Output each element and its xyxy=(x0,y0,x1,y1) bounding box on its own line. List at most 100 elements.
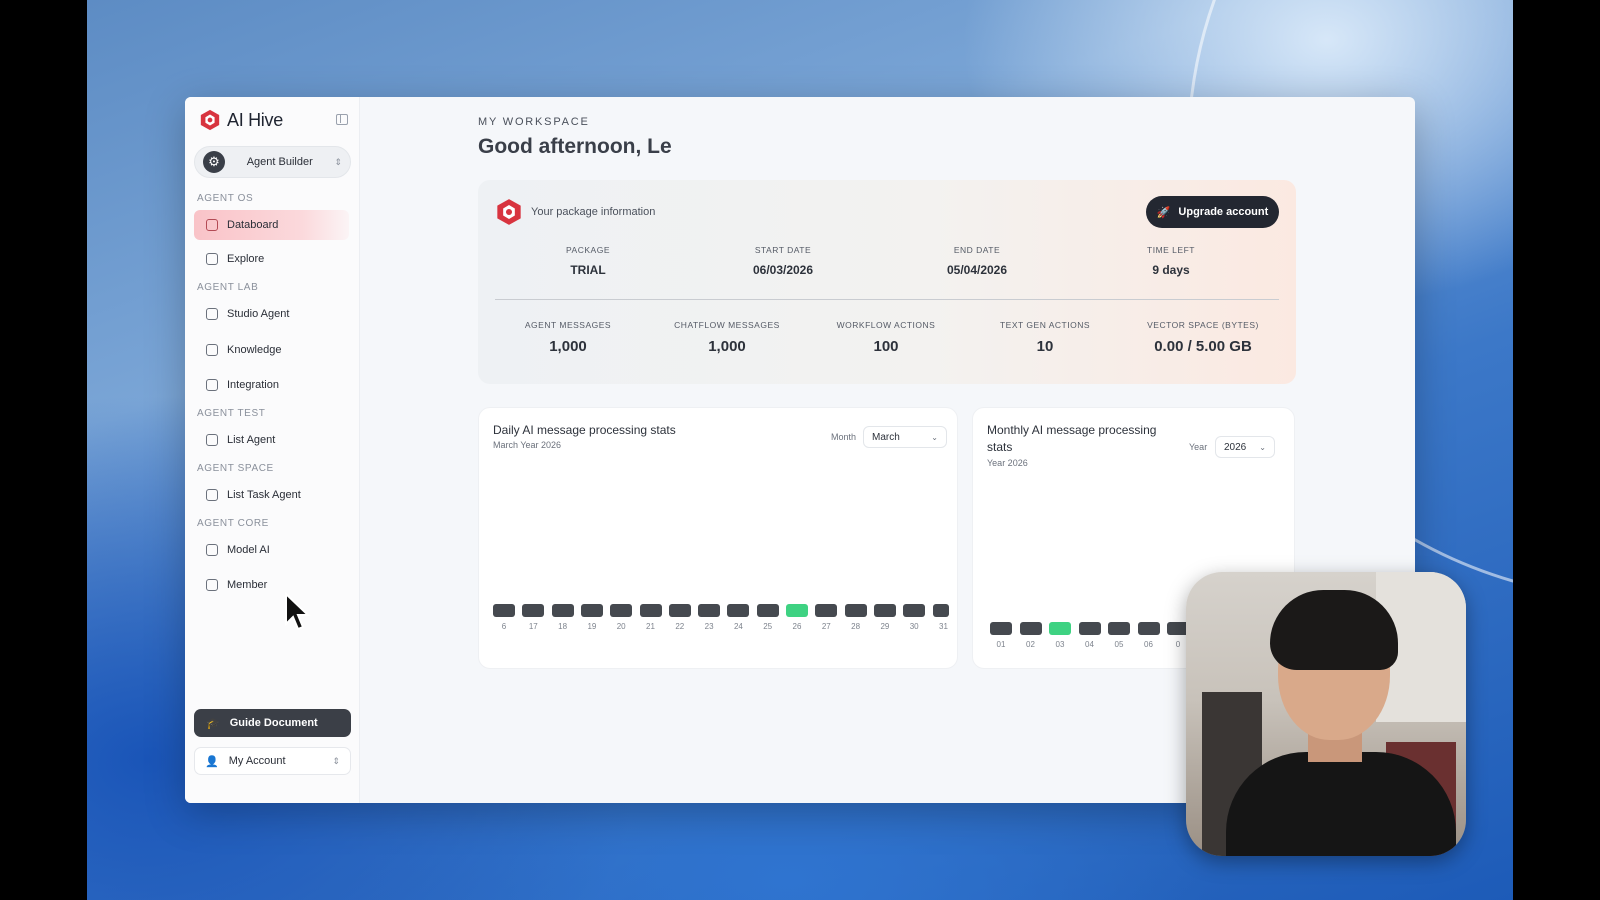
sidebar-item-integration[interactable]: Integration xyxy=(194,370,349,400)
my-account-button[interactable]: 👤 My Account ⇕ xyxy=(194,747,351,775)
chart-bar-04[interactable] xyxy=(1078,622,1101,635)
stat-value: 1,000 xyxy=(549,338,587,355)
stat-chatflow-messages: CHATFLOW MESSAGES 1,000 xyxy=(652,320,802,355)
sidebar-item-studio-agent[interactable]: Studio Agent xyxy=(194,299,349,329)
sidebar-item-member[interactable]: Member xyxy=(194,570,349,600)
chart-bar-20[interactable] xyxy=(610,604,633,617)
section-agent-core: AGENT CORE xyxy=(197,518,269,529)
robot-icon xyxy=(206,308,218,320)
sidebar-item-label: List Task Agent xyxy=(227,489,301,501)
package-header: Your package information xyxy=(495,198,655,226)
chart-bar-24[interactable] xyxy=(727,604,750,617)
chart-bar-23[interactable] xyxy=(698,604,721,617)
chevron-updown-icon: ⇕ xyxy=(334,156,342,167)
year-select-label: Year xyxy=(1189,442,1208,452)
sidebar-item-label: Knowledge xyxy=(227,344,282,356)
chart-tick-label: 24 xyxy=(733,622,743,631)
chart-bar-18[interactable] xyxy=(551,604,574,617)
chart-tick-label: 28 xyxy=(851,622,861,631)
sidebar-item-label: Member xyxy=(227,579,268,591)
chart-tick-label: 06 xyxy=(1144,640,1153,649)
sidebar-collapse-icon[interactable] xyxy=(336,114,348,125)
stat-value: 1,000 xyxy=(708,338,746,355)
chart-tick-label: 01 xyxy=(996,640,1006,649)
chart-bar-22[interactable] xyxy=(668,604,691,617)
chevron-down-icon: ⌄ xyxy=(931,432,938,442)
stat-agent-messages: AGENT MESSAGES 1,000 xyxy=(493,320,643,355)
chart-bar-25[interactable] xyxy=(756,604,779,617)
chart-tick-label: 25 xyxy=(763,622,773,631)
year-select[interactable]: 2026 ⌄ xyxy=(1215,436,1275,458)
chart-bar-05[interactable] xyxy=(1108,622,1130,635)
stat-value: TRIAL xyxy=(570,263,606,277)
section-agent-space: AGENT SPACE xyxy=(197,463,274,474)
month-select[interactable]: March ⌄ xyxy=(863,426,947,448)
monthly-chart-title-line1: Monthly AI message processing xyxy=(987,423,1157,437)
page-title: Good afternoon, Le xyxy=(478,135,672,158)
chart-tick-label: 17 xyxy=(528,622,538,631)
upgrade-account-button[interactable]: 🚀 Upgrade account xyxy=(1146,196,1279,228)
chart-tick-label: 03 xyxy=(1055,640,1065,649)
month-select-label: Month xyxy=(831,432,857,442)
chevron-down-icon: ⌄ xyxy=(1259,442,1266,452)
chart-tick-label: 30 xyxy=(909,622,919,631)
sidebar-item-list-agent[interactable]: List Agent xyxy=(194,425,349,455)
webcam-person-body xyxy=(1226,752,1456,856)
chart-bar-29[interactable] xyxy=(873,604,896,617)
stat-package: PACKAGE TRIAL xyxy=(513,245,663,277)
stat-end-date: END DATE 05/04/2026 xyxy=(902,245,1052,277)
daily-chart-subtitle: March Year 2026 xyxy=(493,440,562,450)
chart-bar-03[interactable] xyxy=(1049,622,1071,635)
webcam-person-hair xyxy=(1270,590,1398,670)
stat-label: END DATE xyxy=(953,245,1001,255)
section-agent-lab: AGENT LAB xyxy=(197,282,259,293)
chart-bar-01[interactable] xyxy=(990,622,1012,635)
chart-bar-06[interactable] xyxy=(1137,622,1160,635)
chart-bar-31[interactable] xyxy=(932,604,949,617)
chart-bar-27[interactable] xyxy=(815,604,838,617)
stat-label: TEXT GEN ACTIONS xyxy=(999,320,1091,330)
workspace-switcher[interactable]: ⚙ Agent Builder ⇕ xyxy=(194,146,351,178)
monthly-chart-title-line2: stats xyxy=(987,440,1013,454)
clipboard-icon xyxy=(206,489,218,501)
sidebar-item-explore[interactable]: Explore xyxy=(194,244,349,274)
guide-document-label: Guide Document xyxy=(229,717,318,729)
stat-label: WORKFLOW ACTIONS xyxy=(836,320,936,330)
chart-bar-21[interactable] xyxy=(639,604,662,617)
stat-label: PACKAGE xyxy=(566,245,610,255)
sidebar-item-knowledge[interactable]: Knowledge xyxy=(194,335,349,365)
monthly-chart-title: Monthly AI message processing stats xyxy=(987,422,1156,456)
chart-tick-label: 18 xyxy=(558,622,568,631)
chart-tick-label: 20 xyxy=(616,622,626,631)
chart-bar-30[interactable] xyxy=(903,604,926,617)
section-agent-os: AGENT OS xyxy=(197,193,254,204)
mouse-cursor-icon xyxy=(285,592,311,631)
sidebar-item-databoard[interactable]: Databoard xyxy=(194,210,349,240)
chart-tick-label: 19 xyxy=(587,622,597,631)
chart-bar-19[interactable] xyxy=(580,604,603,617)
chart-bar-26[interactable] xyxy=(786,604,808,617)
chart-bar-28[interactable] xyxy=(844,604,867,617)
daily-chart-title: Daily AI message processing stats xyxy=(493,423,676,437)
stat-value: 06/03/2026 xyxy=(752,263,814,277)
sidebar-item-list-task-agent[interactable]: List Task Agent xyxy=(194,480,349,510)
stat-workflow-actions: WORKFLOW ACTIONS 100 xyxy=(811,320,961,355)
stat-time-left: TIME LEFT 9 days xyxy=(1096,245,1246,277)
chevron-updown-icon: ⇕ xyxy=(332,755,340,766)
monthly-chart-subtitle: Year 2026 xyxy=(987,458,1028,468)
stat-value: 0.00 / 5.00 GB xyxy=(1154,338,1252,355)
book-icon xyxy=(206,344,218,356)
package-card: Your package information 🚀 Upgrade accou… xyxy=(478,180,1296,384)
stat-label: TIME LEFT xyxy=(1147,245,1195,255)
chart-bar-17[interactable] xyxy=(522,604,545,617)
month-select-value: March xyxy=(872,431,900,443)
breadcrumb: MY WORKSPACE xyxy=(478,116,590,128)
guide-document-button[interactable]: 🎓 Guide Document xyxy=(194,709,351,737)
hive-logo-icon xyxy=(200,109,220,131)
chart-bar-6[interactable] xyxy=(493,604,515,617)
sidebar-item-label: Explore xyxy=(227,253,265,265)
sidebar-item-model-ai[interactable]: Model AI xyxy=(194,535,349,565)
rocket-icon: 🚀 xyxy=(1156,206,1171,219)
brand[interactable]: AI Hive xyxy=(199,109,283,131)
chart-bar-02[interactable] xyxy=(1019,622,1042,635)
